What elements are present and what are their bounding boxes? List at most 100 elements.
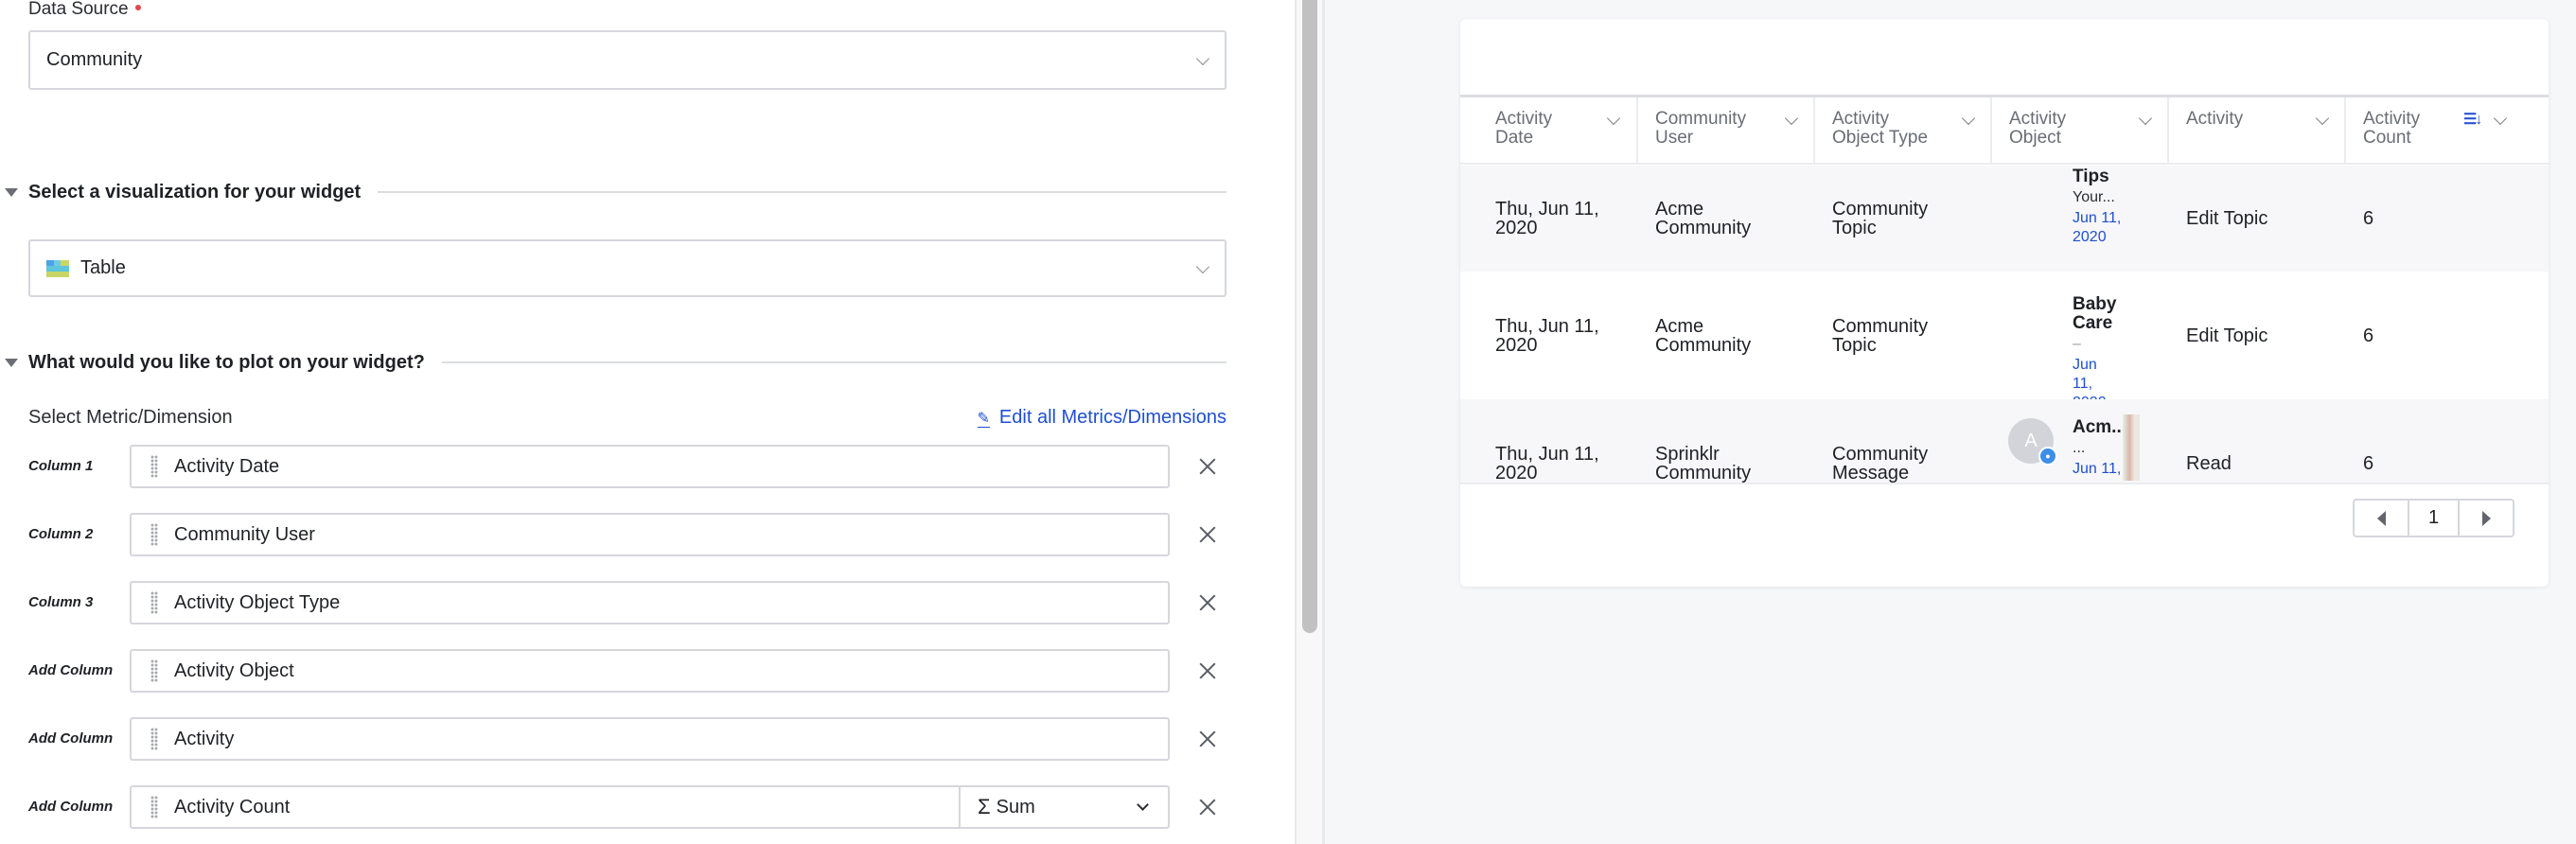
- table-row[interactable]: Thu, Jun 11, 2020 Sprinklr Community Com…: [1460, 399, 2549, 483]
- cell-object-type: Community Message: [1815, 399, 1992, 483]
- remove-column-button[interactable]: [1194, 589, 1221, 616]
- column-row: Add Column Activity Count Σ Sum: [0, 785, 1240, 829]
- object-subtitle: Your...: [2073, 189, 2115, 205]
- column-header[interactable]: Activity: [2169, 97, 2346, 163]
- caret-right-icon: [2481, 510, 2491, 526]
- drag-handle-icon[interactable]: [150, 659, 158, 682]
- chevron-down-icon[interactable]: [1606, 111, 1621, 126]
- column-field[interactable]: Activity Object: [130, 649, 1170, 693]
- column-label: Add Column: [28, 799, 114, 815]
- chevron-down-icon[interactable]: [2315, 111, 2330, 126]
- remove-column-button[interactable]: [1194, 794, 1221, 820]
- edit-all-metrics-label: Edit all Metrics/Dimensions: [998, 407, 1226, 428]
- column-header[interactable]: Activity Object: [1992, 97, 2169, 163]
- object-subtitle: –: [2073, 336, 2081, 352]
- drag-handle-icon[interactable]: [150, 455, 158, 478]
- object-thumbnail-image[interactable]: [2123, 414, 2140, 481]
- collapse-triangle-icon[interactable]: [5, 358, 18, 367]
- column-value: Activity Count: [174, 796, 291, 818]
- chevron-down-icon: [1195, 51, 1210, 65]
- object-title: Tips: [2073, 167, 2109, 186]
- column-row: Column 3 Activity Object Type: [0, 581, 1240, 624]
- scrollbar-thumb[interactable]: [1302, 0, 1317, 633]
- cell-text: 6: [2363, 452, 2374, 474]
- section-divider: [378, 191, 1226, 193]
- plot-section-header[interactable]: What would you like to plot on your widg…: [0, 350, 1226, 375]
- next-page-button[interactable]: [2460, 501, 2513, 536]
- cell-text: Edit Topic: [2186, 208, 2268, 229]
- sort-descending-icon[interactable]: ☰↓: [2463, 111, 2482, 130]
- activity-object-card[interactable]: Tips Your... Jun 11, 2020: [2073, 167, 2139, 247]
- column-field[interactable]: Activity: [130, 717, 1170, 761]
- cell-activity-date: Thu, Jun 11, 2020: [1460, 399, 1638, 483]
- cell-activity-date: Thu, Jun 11, 2020: [1460, 166, 1638, 272]
- column-label: Add Column: [28, 730, 114, 747]
- prev-page-button[interactable]: [2355, 501, 2408, 536]
- object-title: Acm...: [2073, 417, 2127, 437]
- remove-column-button[interactable]: [1194, 726, 1221, 752]
- cell-activity-object[interactable]: Tips Your... Jun 11, 2020: [1992, 166, 2169, 272]
- chevron-down-icon[interactable]: [2138, 111, 2153, 126]
- column-label: Column 1: [28, 458, 94, 474]
- column-row: Add Column Activity: [0, 717, 1240, 761]
- avatar[interactable]: A ●: [2008, 418, 2057, 466]
- avatar-initial: A: [2024, 431, 2038, 451]
- column-header[interactable]: Activity Object Type: [1815, 97, 1992, 163]
- data-source-select[interactable]: Community: [28, 30, 1226, 90]
- cell-text: Acme Community: [1655, 315, 1752, 356]
- column-header-sorted[interactable]: Activity Count ☰↓: [2346, 97, 2549, 163]
- cell-text: 6: [2363, 325, 2374, 346]
- chevron-down-icon[interactable]: [2493, 111, 2508, 126]
- chevron-down-icon[interactable]: [1784, 111, 1799, 126]
- drag-handle-icon[interactable]: [150, 796, 158, 818]
- column-field[interactable]: Community User: [130, 513, 1170, 556]
- cell-activity-count: 6: [2346, 166, 2549, 272]
- object-date-link[interactable]: Jun 11,: [2073, 460, 2125, 479]
- column-field[interactable]: Activity Object Type: [130, 581, 1170, 624]
- remove-column-button[interactable]: [1194, 521, 1221, 548]
- column-header-label: Community User: [1655, 109, 1747, 148]
- cell-activity-object[interactable]: A ● Acm... ... Jun 11,: [1992, 399, 2169, 483]
- column-header-label: Activity: [2186, 109, 2244, 129]
- community-badge-icon: ●: [2038, 447, 2057, 466]
- widget-config-panel: Data Source Community Select a visualiza…: [0, 0, 1295, 844]
- visualization-select[interactable]: Table: [28, 239, 1226, 297]
- table-row[interactable]: Thu, Jun 11, 2020 Acme Community Communi…: [1460, 166, 2549, 272]
- column-field[interactable]: Activity Count Σ Sum: [130, 785, 1170, 829]
- aggregation-select[interactable]: Σ Sum: [959, 785, 1172, 829]
- visualization-section-header[interactable]: Select a visualization for your widget: [0, 180, 1226, 204]
- object-subtitle: ...: [2073, 440, 2086, 456]
- column-header[interactable]: Community User: [1638, 97, 1815, 163]
- table-row[interactable]: Thu, Jun 11, 2020 Acme Community Communi…: [1460, 272, 2549, 412]
- activity-object-card[interactable]: Acm... ... Jun 11,: [2073, 417, 2127, 479]
- cell-activity: Edit Topic: [2169, 272, 2346, 399]
- edit-all-metrics-link[interactable]: ✎ Edit all Metrics/Dimensions: [977, 407, 1226, 429]
- column-header-label: Activity Object Type: [1832, 109, 1929, 148]
- object-date-link[interactable]: Jun 11, 2020: [2073, 209, 2139, 247]
- cell-activity-object[interactable]: Baby Care – Jun 11, 2020: [1992, 272, 2169, 412]
- left-panel-scrollbar[interactable]: [1295, 0, 1325, 844]
- data-source-value: Community: [46, 49, 143, 70]
- column-value: Activity Object Type: [174, 591, 341, 613]
- column-header[interactable]: Activity Date: [1460, 97, 1638, 163]
- chevron-down-icon[interactable]: [1961, 111, 1976, 126]
- drag-handle-icon[interactable]: [150, 523, 158, 546]
- sigma-icon: Σ: [978, 795, 991, 818]
- collapse-triangle-icon[interactable]: [5, 187, 18, 197]
- widget-preview-panel: Activity Date Community User Activity Ob…: [1325, 0, 2576, 844]
- remove-column-button[interactable]: [1194, 658, 1221, 684]
- drag-handle-icon[interactable]: [150, 591, 158, 614]
- cell-community-user: Sprinklr Community: [1638, 399, 1815, 483]
- table-chart-icon: [46, 259, 69, 277]
- column-value: Community User: [174, 523, 315, 545]
- visualization-value: Table: [80, 257, 126, 278]
- column-field[interactable]: Activity Date: [130, 445, 1170, 488]
- table-body: Thu, Jun 11, 2020 Acme Community Communi…: [1460, 166, 2549, 483]
- column-value: Activity Object: [174, 659, 294, 681]
- remove-column-button[interactable]: [1194, 453, 1221, 480]
- chevron-down-icon: [1137, 799, 1149, 811]
- drag-handle-icon[interactable]: [150, 728, 158, 750]
- current-page[interactable]: 1: [2408, 501, 2460, 536]
- required-indicator: [134, 4, 141, 10]
- activity-object-card[interactable]: Baby Care – Jun 11, 2020: [2073, 295, 2120, 413]
